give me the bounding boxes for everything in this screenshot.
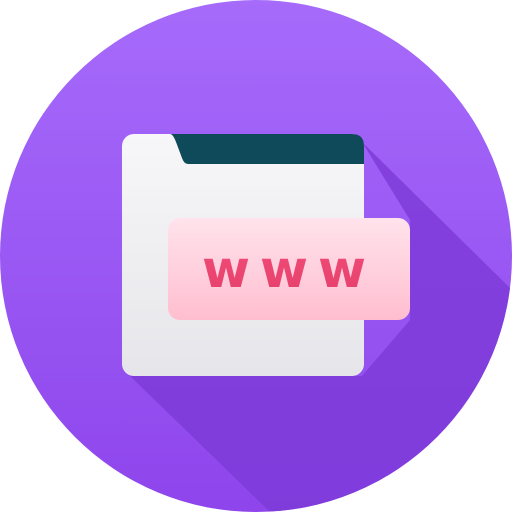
title-bar xyxy=(170,134,364,164)
www-label: www xyxy=(202,240,376,300)
www-browser-window-icon: www xyxy=(0,0,512,512)
www-icon: www xyxy=(0,0,512,512)
url-pill: www xyxy=(168,218,410,320)
